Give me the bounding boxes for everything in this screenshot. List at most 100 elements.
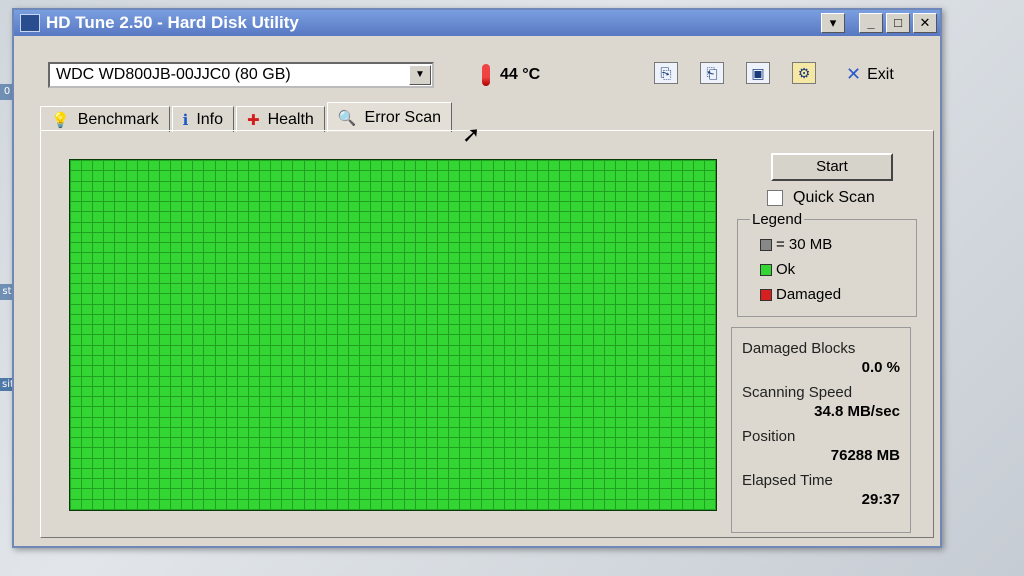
tab-error-scan[interactable]: 🔍 Error Scan [326, 102, 452, 132]
scan-block [215, 448, 226, 458]
scan-block [415, 325, 426, 335]
scan-block [526, 202, 538, 212]
drive-select[interactable]: WDC WD800JB-00JJC0 (80 GB) ▼ [48, 62, 434, 88]
maximize-button[interactable]: □ [886, 13, 910, 33]
scan-block [148, 191, 159, 202]
scan-block [137, 458, 148, 468]
scan-block [326, 222, 337, 232]
scan-block [604, 284, 615, 294]
tab-info[interactable]: ℹ Info [171, 106, 234, 132]
scan-block [304, 407, 315, 417]
scan-block [382, 499, 393, 509]
rollup-icon[interactable]: ▾ [821, 13, 845, 33]
title-bar[interactable]: HD Tune 2.50 - Hard Disk Utility ▾ _ □ ✕ [14, 10, 940, 36]
scan-block [560, 191, 571, 202]
scan-block [393, 314, 404, 325]
scan-block [582, 253, 593, 263]
scan-block [248, 366, 260, 376]
drive-select-value: WDC WD800JB-00JJC0 (80 GB) [56, 66, 291, 83]
quick-scan-checkbox[interactable] [767, 190, 783, 206]
scan-block [104, 376, 115, 386]
tab-label: Health [267, 110, 314, 128]
scan-block [382, 171, 393, 181]
scan-block [437, 284, 449, 294]
exit-button[interactable]: ✕ Exit [846, 64, 894, 85]
scan-block [371, 438, 382, 448]
scan-block [638, 181, 649, 191]
scan-block [671, 222, 682, 232]
scan-block [526, 335, 538, 345]
scan-block [538, 356, 549, 366]
scan-block [582, 325, 593, 335]
scan-block [293, 356, 304, 366]
scan-block [471, 325, 482, 335]
scan-block [504, 314, 515, 325]
tab-health[interactable]: ✚ Health [236, 106, 325, 132]
scan-block [615, 273, 627, 284]
scan-block [126, 438, 137, 448]
mouse-cursor-icon: ➚ [462, 122, 481, 147]
scan-block [260, 294, 271, 304]
scan-block [638, 427, 649, 438]
scan-block [660, 253, 671, 263]
scan-block [415, 335, 426, 345]
scan-block [704, 376, 715, 386]
scan-block [226, 243, 237, 253]
scan-block [582, 181, 593, 191]
quick-scan-option[interactable]: Quick Scan [767, 189, 875, 207]
scan-block [71, 253, 82, 263]
scan-block [304, 468, 315, 479]
close-button[interactable]: ✕ [913, 13, 937, 33]
scan-block [682, 232, 693, 243]
scan-block [627, 294, 638, 304]
scan-block [193, 325, 204, 335]
scan-block [526, 284, 538, 294]
options-icon[interactable]: ⚙ [792, 62, 816, 84]
copy-info-icon[interactable]: ⎘ [654, 62, 678, 84]
scan-block [649, 253, 660, 263]
scanning-speed-label: Scanning Speed [742, 384, 853, 401]
scan-block [515, 191, 526, 202]
scan-block [538, 499, 549, 509]
scan-block [293, 273, 304, 284]
scan-block [671, 489, 682, 499]
scan-block [304, 479, 315, 489]
scan-block [226, 397, 237, 407]
scan-block [638, 212, 649, 222]
scan-block [393, 376, 404, 386]
scan-block [93, 458, 104, 468]
scan-block [649, 376, 660, 386]
scan-block [482, 479, 493, 489]
scan-block [360, 427, 371, 438]
scan-block [404, 171, 415, 181]
chevron-down-icon[interactable]: ▼ [409, 65, 431, 85]
scan-block [704, 448, 715, 458]
tab-benchmark[interactable]: 💡 Benchmark [40, 106, 170, 132]
scan-block [226, 479, 237, 489]
scan-block [215, 273, 226, 284]
start-button[interactable]: Start [771, 153, 893, 181]
scan-block [115, 397, 126, 407]
scan-block [304, 161, 315, 171]
scan-block [682, 417, 693, 427]
scan-block [593, 314, 604, 325]
scan-block [315, 397, 326, 407]
scan-block [271, 171, 282, 181]
scan-block [437, 489, 449, 499]
scan-block [248, 191, 260, 202]
scan-block [515, 304, 526, 314]
copy-all-icon[interactable]: ⎗ [700, 62, 724, 84]
scan-block [638, 202, 649, 212]
scan-block [538, 397, 549, 407]
scan-block [627, 397, 638, 407]
scan-block [260, 273, 271, 284]
scan-block [504, 386, 515, 397]
scan-block [326, 448, 337, 458]
save-icon[interactable]: ▣ [746, 62, 770, 84]
minimize-button[interactable]: _ [859, 13, 883, 33]
scan-block [126, 468, 137, 479]
scan-block [148, 294, 159, 304]
scan-block [549, 314, 560, 325]
scan-block [393, 499, 404, 509]
scan-block [660, 448, 671, 458]
